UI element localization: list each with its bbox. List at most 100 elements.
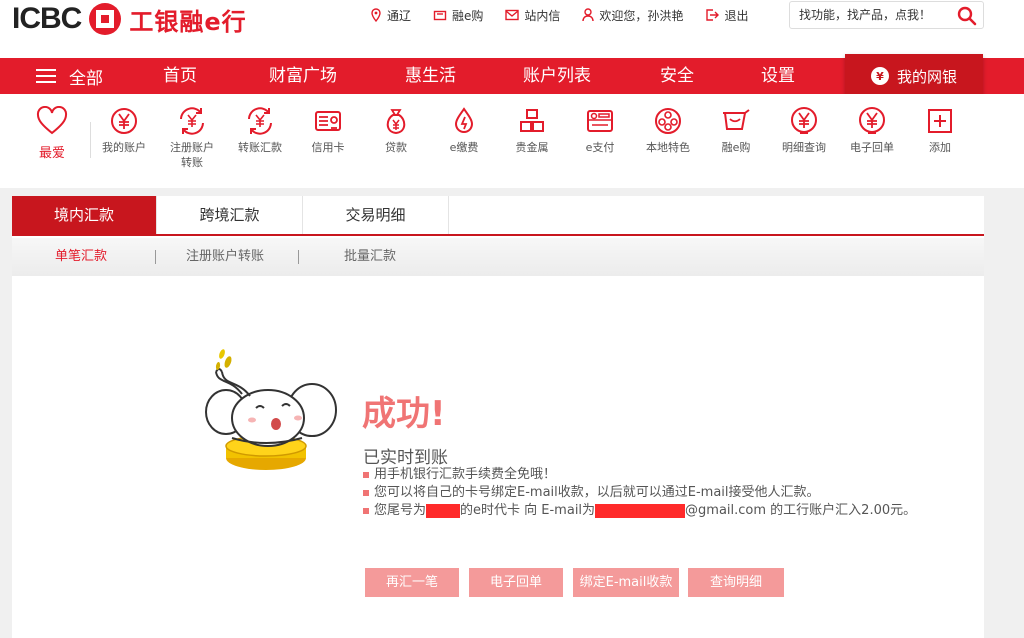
logout-label: 退出 <box>724 8 749 23</box>
query-details-button[interactable]: 查询明细 <box>688 568 784 597</box>
elephant-mascot-image <box>205 349 337 470</box>
yen-icon <box>111 108 137 134</box>
yen-exchange-icon <box>248 107 272 135</box>
tab-transaction-details[interactable]: 交易明细 <box>303 196 449 234</box>
result-message: 用手机银行汇款手续费全免哦！ <box>363 466 916 484</box>
redacted-card-number <box>426 504 461 518</box>
quick-label: 明细查询 <box>782 141 826 154</box>
quick-label: 信用卡 <box>311 141 345 154</box>
quick-divider <box>90 122 91 158</box>
icbc-mark-icon <box>89 3 122 35</box>
nav-home[interactable]: 首页 <box>163 58 197 94</box>
message-text: @gmail.com 的工行账户汇入2.00元。 <box>685 503 917 518</box>
e-pay-icon <box>587 110 613 132</box>
nav-my-online-bank[interactable]: ¥ 我的网银 <box>845 54 983 98</box>
result-message: 您可以将自己的卡号绑定E-mail收款，以后就可以通过E-mail接受他人汇款。 <box>363 484 916 502</box>
tab-bar: 境内汇款 跨境汇款 交易明细 <box>12 196 984 236</box>
nav-all-menu[interactable]: 全部 <box>36 58 103 94</box>
heart-icon <box>36 105 68 135</box>
gold-bars-icon <box>520 109 544 132</box>
subtab-registered-account-transfer[interactable]: 注册账户转账 <box>186 238 264 276</box>
money-bag-icon: ¥ <box>870 67 889 85</box>
redacted-email <box>595 504 686 518</box>
cart-icon <box>433 10 447 20</box>
result-message: 您尾号为 的e时代卡 向 E-mail为 @gmail.com 的工行账户汇入2… <box>363 502 916 520</box>
success-subtitle: 已实时到账 <box>363 448 448 468</box>
result-messages: 用手机银行汇款手续费全免哦！ 您可以将自己的卡号绑定E-mail收款，以后就可以… <box>363 466 916 520</box>
transfer-panel: 境内汇款 跨境汇款 交易明细 单笔汇款 注册账户转账 批量汇款 成功! 已实时到… <box>12 196 984 638</box>
quick-e-payment[interactable]: e缴费 <box>432 106 496 155</box>
quick-detail-query[interactable]: 明细查询 <box>772 106 836 155</box>
top-header: ICBC 工银融e行 通辽 融e购 站内信 欢迎您，孙洪艳 退出 <box>0 0 1024 58</box>
transfer-again-button[interactable]: 再汇一笔 <box>365 568 459 597</box>
logout-link[interactable]: 退出 <box>705 7 748 24</box>
quick-label: 贵金属 <box>515 141 549 154</box>
message-text: 您尾号为 <box>374 503 427 518</box>
tab-domestic-transfer[interactable]: 境内汇款 <box>12 196 157 234</box>
subtab-separator <box>155 250 156 264</box>
user-welcome-label: 欢迎您，孙洪艳 <box>599 8 684 23</box>
card-icon <box>315 111 341 131</box>
yen-icon <box>859 107 885 134</box>
favorites-label: 最爱 <box>38 146 65 161</box>
location-label: 通辽 <box>387 8 412 23</box>
yen-icon <box>791 107 817 134</box>
top-links: 通辽 融e购 站内信 欢迎您，孙洪艳 退出 <box>370 5 770 25</box>
water-drop-icon <box>454 107 474 133</box>
nav-life[interactable]: 惠生活 <box>405 58 456 94</box>
quick-label: 我的账户 <box>102 141 146 154</box>
quick-e-receipt[interactable]: 电子回单 <box>840 106 904 155</box>
icbc-logo[interactable]: ICBC 工银融e行 <box>12 2 247 36</box>
subtab-single-transfer[interactable]: 单笔汇款 <box>55 238 107 276</box>
nav-all-label: 全部 <box>69 68 103 89</box>
nav-my-online-bank-label: 我的网银 <box>896 67 957 86</box>
subtab-batch-transfer[interactable]: 批量汇款 <box>344 238 396 276</box>
quick-label: 融e购 <box>721 141 751 154</box>
bullet-icon <box>363 508 369 514</box>
message-text: 的e时代卡 向 E-mail为 <box>460 503 596 518</box>
search-input[interactable] <box>790 3 950 27</box>
inbox-link[interactable]: 站内信 <box>505 7 560 24</box>
rong-e-gou-link[interactable]: 融e购 <box>433 7 483 24</box>
quick-label: 贷款 <box>385 141 407 154</box>
success-title: 成功! <box>362 394 446 434</box>
message-text: 您可以将自己的卡号绑定E-mail收款，以后就可以通过E-mail接受他人汇款。 <box>374 485 820 500</box>
quick-loan[interactable]: 贷款 <box>364 106 428 155</box>
yen-exchange-icon <box>180 107 204 135</box>
user-welcome-link[interactable]: 欢迎您，孙洪艳 <box>582 7 683 24</box>
message-text: 用手机银行汇款手续费全免哦！ <box>374 467 557 482</box>
quick-add[interactable]: 添加 <box>908 106 972 155</box>
location-link[interactable]: 通辽 <box>370 7 411 24</box>
shopping-cart-icon <box>723 109 750 130</box>
quick-access-bar: 最爱 我的账户 注册账户转账 转账汇款 信用卡 贷款 e缴费 贵金属 e支付 本… <box>0 94 1024 188</box>
nav-security[interactable]: 安全 <box>660 58 694 94</box>
quick-my-account[interactable]: 我的账户 <box>92 106 156 155</box>
quick-label: e支付 <box>585 141 615 154</box>
inbox-label: 站内信 <box>524 8 561 23</box>
mail-icon <box>505 9 520 21</box>
quick-transfer[interactable]: 转账汇款 <box>228 106 292 155</box>
quick-rong-e-gou[interactable]: 融e购 <box>704 106 768 155</box>
logo-chinese-text: 工银融e行 <box>129 7 247 36</box>
quick-e-pay[interactable]: e支付 <box>568 106 632 155</box>
bind-email-button[interactable]: 绑定E-mail收款 <box>573 568 679 597</box>
quick-label: 电子回单 <box>850 141 894 154</box>
local-feature-icon <box>655 108 681 134</box>
quick-credit-card[interactable]: 信用卡 <box>296 106 360 155</box>
e-receipt-button[interactable]: 电子回单 <box>469 568 563 597</box>
subtab-separator <box>298 250 299 264</box>
quick-label: 本地特色 <box>646 141 690 154</box>
favorites-button[interactable]: 最爱 <box>32 105 72 161</box>
search-icon[interactable] <box>957 6 977 26</box>
nav-settings[interactable]: 设置 <box>761 58 795 94</box>
logo-text: ICBC <box>12 2 82 35</box>
user-icon <box>582 8 595 22</box>
quick-precious-metals[interactable]: 贵金属 <box>500 106 564 155</box>
tab-cross-border-transfer[interactable]: 跨境汇款 <box>157 196 303 234</box>
nav-accounts[interactable]: 账户列表 <box>523 58 591 94</box>
quick-local-feature[interactable]: 本地特色 <box>636 106 700 155</box>
subtab-bar: 单笔汇款 注册账户转账 批量汇款 <box>12 238 984 276</box>
plus-icon <box>928 109 952 133</box>
nav-wealth[interactable]: 财富广场 <box>269 58 337 94</box>
quick-registered-transfer[interactable]: 注册账户转账 <box>160 106 224 170</box>
